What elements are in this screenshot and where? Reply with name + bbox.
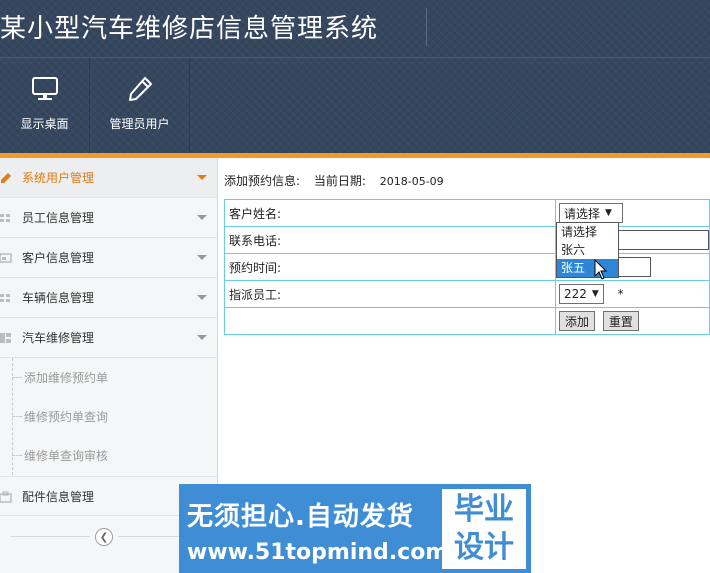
- watermark-badge-line2: 设计: [454, 530, 514, 565]
- show-desktop-button[interactable]: 显示桌面: [0, 58, 90, 153]
- staff-select-value: 222: [564, 287, 587, 301]
- assign-staff-cell: 222 ▼ *: [555, 280, 710, 308]
- pencil-icon: [0, 171, 14, 185]
- add-button[interactable]: 添加: [559, 311, 596, 331]
- chevron-down-icon: [197, 295, 207, 300]
- grid-icon: [0, 331, 14, 345]
- info-label: 添加预约信息:: [224, 174, 301, 188]
- chevron-left-icon: ❮: [99, 531, 109, 543]
- date-label: 当前日期:: [313, 174, 366, 188]
- sidebar-item-vehicles[interactable]: 车辆信息管理: [0, 278, 217, 318]
- chevron-down-icon: [197, 335, 207, 340]
- form-row-time: 预约时间:: [224, 253, 710, 281]
- chevron-down-icon: [197, 215, 207, 220]
- sidebar-item-label: 车辆信息管理: [22, 291, 95, 305]
- form-row-phone: 联系电话:: [224, 226, 710, 254]
- mouse-cursor-icon: [594, 258, 608, 284]
- staff-select[interactable]: 222 ▼: [559, 284, 604, 304]
- sidebar-subitem-add-booking[interactable]: 添加维修预约单: [0, 358, 217, 397]
- title-divider: [426, 8, 427, 46]
- chevron-down-icon: [197, 255, 207, 260]
- current-date: 2018-05-09: [379, 175, 444, 188]
- collapse-sidebar-button[interactable]: ❮: [95, 528, 113, 546]
- submenu-dash: [12, 455, 22, 456]
- top-toolbar: 显示桌面 管理员用户: [0, 58, 190, 153]
- customer-select-value: 请选择: [564, 206, 601, 221]
- form-row-actions: 添加 重置: [224, 307, 710, 335]
- sidebar-item-repair[interactable]: 汽车维修管理: [0, 318, 217, 358]
- grid-icon: [0, 291, 14, 305]
- assign-staff-label: 指派员工:: [224, 280, 556, 308]
- customer-name-label: 客户姓名:: [224, 199, 556, 227]
- sidebar-item-label: 汽车维修管理: [22, 331, 95, 345]
- sidebar-item-label: 配件信息管理: [22, 489, 95, 504]
- sidebar-subitem-repair-review[interactable]: 维修单查询审核: [0, 436, 217, 475]
- watermark-badge-line1: 毕业: [454, 492, 514, 527]
- admin-user-label: 管理员用户: [109, 117, 170, 131]
- watermark-url: www.51topmind.com: [187, 540, 449, 565]
- sidebar-item-label: 系统用户管理: [22, 171, 95, 185]
- card-icon: [0, 251, 14, 265]
- reset-button[interactable]: 重置: [602, 311, 639, 331]
- sidebar-item-label: 客户信息管理: [22, 251, 95, 265]
- submenu-dash: [12, 416, 22, 417]
- show-desktop-label: 显示桌面: [20, 117, 69, 131]
- submenu-dash: [12, 377, 22, 378]
- grid-icon: [0, 211, 14, 225]
- booking-info-line: 添加预约信息: 当前日期: 2018-05-09: [224, 172, 454, 189]
- sidebar-subitem-label: 维修单查询审核: [24, 449, 109, 463]
- app-title: 某小型汽车维修店信息管理系统: [0, 14, 379, 44]
- pencil-icon: [126, 76, 154, 102]
- actions-cell: 添加 重置: [555, 307, 710, 335]
- sidebar-item-customers[interactable]: 客户信息管理: [0, 238, 217, 278]
- form-row-staff: 指派员工: 222 ▼ *: [224, 280, 710, 308]
- booking-form: 客户姓名: 请选择 ▼ 联系电话: 预约时间: 指派员工: 222 ▼ * 添加…: [224, 199, 710, 335]
- dropdown-option[interactable]: 请选择: [557, 223, 618, 241]
- sidebar-subitem-booking-query[interactable]: 维修预约单查询: [0, 397, 217, 436]
- dropdown-arrow-icon: ▼: [605, 208, 612, 218]
- customer-dropdown-list: 请选择 张六 张五: [556, 222, 619, 278]
- app-header: 某小型汽车维修店信息管理系统 显示桌面 管理员用户: [0, 0, 710, 153]
- dropdown-arrow-icon: ▼: [591, 289, 599, 299]
- sidebar-subitem-label: 添加维修预约单: [24, 371, 109, 385]
- dropdown-option[interactable]: 张六: [557, 241, 618, 259]
- box-icon: [0, 490, 14, 504]
- form-row-customer: 客户姓名: 请选择 ▼: [224, 199, 710, 227]
- empty-cell: [224, 307, 556, 335]
- watermark-line1: 无须担心.自动发货: [187, 502, 414, 532]
- monitor-icon: [31, 76, 59, 102]
- booking-time-label: 预约时间:: [224, 253, 556, 281]
- sidebar-item-label: 员工信息管理: [22, 211, 95, 225]
- customer-select[interactable]: 请选择 ▼: [559, 203, 623, 223]
- sidebar-item-staff[interactable]: 员工信息管理: [0, 198, 217, 238]
- chevron-down-icon: [197, 175, 207, 180]
- dropdown-option-selected[interactable]: 张五: [557, 259, 618, 277]
- watermark-banner: 无须担心.自动发货 www.51topmind.com 毕业 设计: [179, 484, 531, 573]
- sidebar-subitem-label: 维修预约单查询: [24, 410, 109, 424]
- required-mark: *: [617, 287, 624, 301]
- watermark-badge: 毕业 设计: [442, 489, 526, 569]
- admin-user-button[interactable]: 管理员用户: [90, 58, 190, 153]
- sidebar-item-system-users[interactable]: 系统用户管理: [0, 158, 217, 198]
- divider: [10, 536, 90, 537]
- phone-label: 联系电话:: [224, 226, 556, 254]
